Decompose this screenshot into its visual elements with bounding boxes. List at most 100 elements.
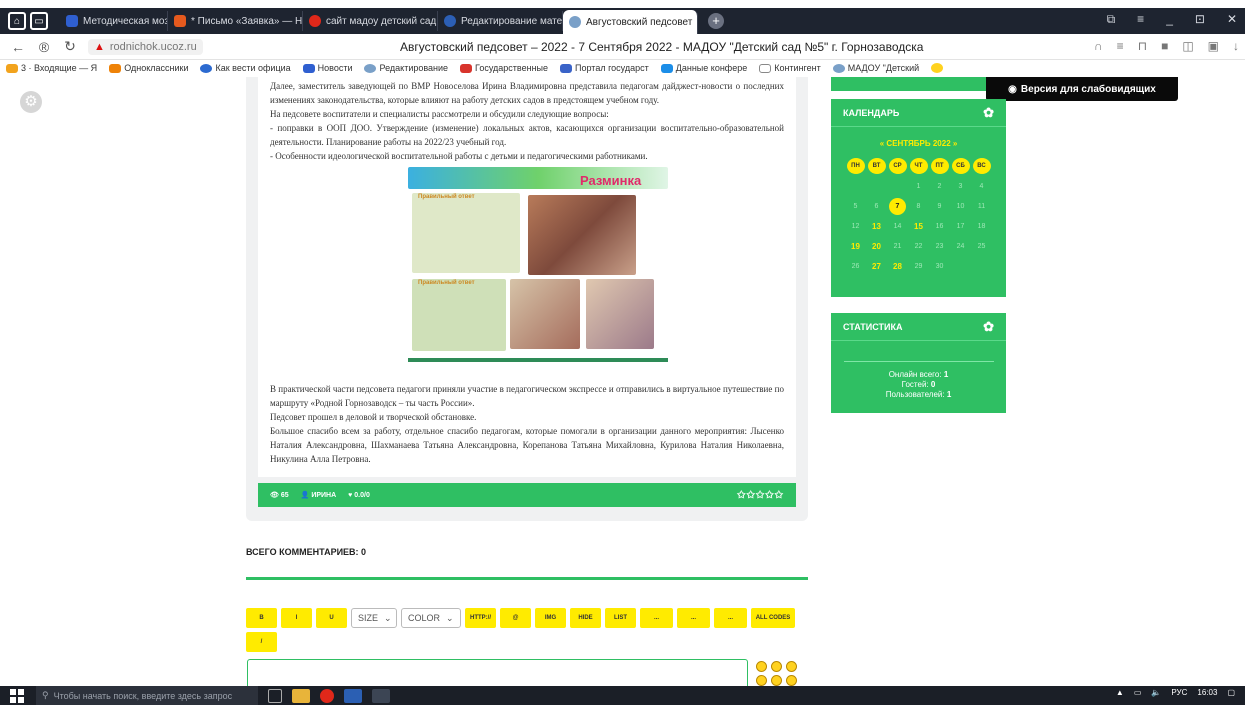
headphones-icon[interactable]: ∩ [1094, 39, 1103, 53]
minimize-icon[interactable]: _ [1166, 12, 1173, 27]
word-icon[interactable] [344, 688, 362, 703]
reader-icon[interactable]: ≡ [1117, 39, 1124, 53]
calendar-day[interactable]: 6 [866, 197, 887, 215]
calendar-day[interactable]: 5 [845, 197, 866, 215]
underline-button[interactable]: U [316, 608, 347, 628]
smile-icon[interactable] [786, 675, 797, 686]
tray-arrow-icon[interactable]: ▲ [1116, 688, 1124, 697]
tabs-panel-icon[interactable]: ▭ [30, 12, 48, 30]
smile-bookmark-icon[interactable] [931, 63, 944, 73]
calendar-day[interactable]: 4 [971, 177, 992, 195]
calendar-day[interactable]: 20 [866, 237, 887, 255]
calendar-day[interactable]: 9 [929, 197, 950, 215]
close-tags-button[interactable]: / [246, 632, 277, 652]
calendar-day[interactable]: 30 [929, 257, 950, 275]
smile-icon[interactable] [756, 675, 767, 686]
calendar-day[interactable]: 11 [971, 197, 992, 215]
hide-button[interactable]: HIDE [570, 608, 601, 628]
network-icon[interactable]: ▭ [1134, 688, 1142, 697]
notifications-icon[interactable]: ▢ [1227, 688, 1235, 697]
size-select[interactable]: SIZE ⌄ [351, 608, 397, 628]
bold-button[interactable]: B [246, 608, 277, 628]
calendar-day[interactable]: 13 [866, 217, 887, 235]
back-icon[interactable]: ← [10, 39, 26, 55]
yandex-browser-icon[interactable] [320, 688, 334, 703]
calendar-day[interactable]: 19 [845, 237, 866, 255]
tab-active[interactable]: Августовский педсовет× [563, 10, 698, 34]
calendar-day[interactable]: 17 [950, 217, 971, 235]
language-indicator[interactable]: РУС [1171, 688, 1187, 697]
calendar-day[interactable]: 16 [929, 217, 950, 235]
author-link[interactable]: 👤 ИРИНА [301, 491, 337, 499]
bookmark-item[interactable]: Редактирование [364, 63, 448, 73]
bookmark-item[interactable]: Портал государст [560, 63, 649, 73]
calendar-day[interactable]: 12 [845, 217, 866, 235]
blank-button[interactable]: ... [677, 608, 710, 628]
calendar-day[interactable]: 25 [971, 237, 992, 255]
calendar-day[interactable]: 8 [908, 197, 929, 215]
bookmark-item[interactable]: Одноклассники [109, 63, 188, 73]
url-button[interactable]: HTTP:// [465, 608, 496, 628]
bookmark-icon[interactable]: ■ [1161, 39, 1168, 53]
blank-button[interactable]: ... [714, 608, 747, 628]
calendar-day[interactable]: 29 [908, 257, 929, 275]
bookmark-item[interactable]: Государственные [460, 63, 548, 73]
url-field[interactable]: ▲ rodnichok.ucoz.ru [88, 38, 203, 55]
translate-icon[interactable]: ⊓ [1138, 39, 1147, 53]
bookmark-item[interactable]: Данные конфере [660, 63, 747, 73]
close-tab-icon[interactable]: × [697, 17, 698, 28]
bookmark-item[interactable]: Новости [302, 63, 352, 73]
browser-menu-icon[interactable]: ⌂ [8, 12, 26, 30]
calendar-day[interactable]: 1 [908, 177, 929, 195]
comment-textarea[interactable] [247, 659, 748, 686]
italic-button[interactable]: I [281, 608, 312, 628]
app-icon[interactable] [372, 688, 390, 703]
calendar-day[interactable]: 27 [866, 257, 887, 275]
task-view-icon[interactable] [268, 688, 282, 703]
clock[interactable]: 16:03 [1197, 688, 1217, 697]
explorer-icon[interactable] [292, 688, 310, 703]
image-button[interactable]: IMG [535, 608, 566, 628]
new-tab-button[interactable]: + [708, 13, 724, 29]
low-vision-button[interactable]: ◉ Версия для слабовидящих [986, 77, 1178, 101]
restore-icon[interactable]: ⊡ [1195, 12, 1205, 27]
calendar-day[interactable]: 18 [971, 217, 992, 235]
color-select[interactable]: COLOR ⌄ [401, 608, 461, 628]
rating-stars[interactable]: ✩✩✩✩✩ [737, 490, 784, 501]
calendar-day[interactable]: 21 [887, 237, 908, 255]
taskbar-search[interactable]: ⚲ Чтобы начать поиск, введите здесь запро… [36, 686, 258, 705]
tab-mail[interactable]: * Письмо «Заявка» — Нат [168, 11, 303, 31]
blank-button[interactable]: ... [640, 608, 673, 628]
calendar-day[interactable]: 26 [845, 257, 866, 275]
bookmark-item[interactable]: Как вести официа [200, 63, 291, 73]
calendar-day[interactable]: 15 [908, 217, 929, 235]
tab-metod[interactable]: Методическая мозаика М [60, 11, 168, 31]
download-icon[interactable]: ↓ [1233, 39, 1239, 53]
calendar-day[interactable]: 3 [950, 177, 971, 195]
list-button[interactable]: LIST [605, 608, 636, 628]
smile-icon[interactable] [771, 661, 782, 672]
protect-icon[interactable]: ® [36, 39, 52, 55]
collections-icon[interactable]: ⧉ [1107, 12, 1116, 27]
smile-icon[interactable] [786, 661, 797, 672]
settings-gear-icon[interactable]: ⚙ [20, 91, 42, 113]
email-button[interactable]: @ [500, 608, 531, 628]
smile-icon[interactable] [771, 675, 782, 686]
calendar-day[interactable]: 14 [887, 217, 908, 235]
calendar-day[interactable]: 2 [929, 177, 950, 195]
volume-icon[interactable]: 🔈 [1151, 688, 1161, 697]
bookmark-item[interactable]: МАДОУ "Детский [832, 63, 919, 73]
close-window-icon[interactable]: ✕ [1227, 12, 1237, 27]
extension-icon[interactable]: ▣ [1208, 39, 1219, 53]
tab-search[interactable]: сайт мадоу детский сад 5 [303, 11, 438, 31]
calendar-day[interactable]: 22 [908, 237, 929, 255]
sidebar-icon[interactable]: ◫ [1182, 39, 1193, 53]
reload-icon[interactable]: ↻ [62, 38, 78, 55]
windows-start-icon[interactable] [10, 688, 24, 703]
calendar-day[interactable]: 10 [950, 197, 971, 215]
calendar-day[interactable]: 24 [950, 237, 971, 255]
bookmark-item[interactable]: Контингент [759, 63, 821, 73]
bookmark-item[interactable]: 3 · Входящие — Я [6, 63, 97, 73]
article-collage-image[interactable]: Разминка Правильный ответ Правильный отв… [408, 167, 668, 362]
menu-icon[interactable]: ≡ [1137, 12, 1144, 27]
